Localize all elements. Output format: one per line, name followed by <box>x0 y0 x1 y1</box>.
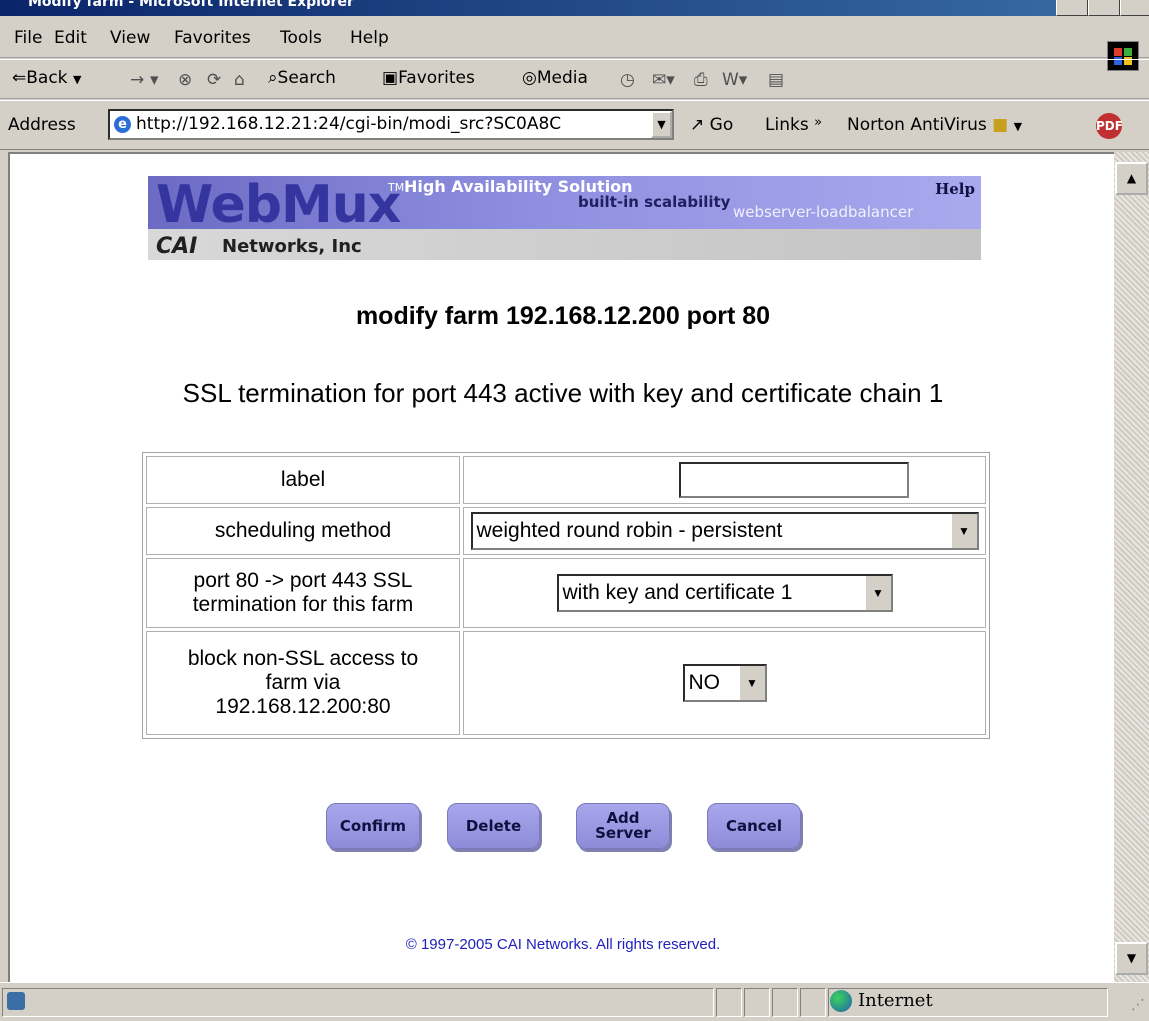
chevron-down-icon: ▼ <box>738 666 765 700</box>
go-arrow-icon: ↗ <box>690 115 705 135</box>
toolbar: ⇐Back ▼ → ▾ ⊗ ⟳ ⌂ ⌕Search ▣Favorites ◎Me… <box>0 59 1149 99</box>
table-row: scheduling method weighted round robin -… <box>146 507 986 555</box>
add-server-button[interactable]: Add Server <box>576 803 670 849</box>
forward-icon[interactable]: → <box>130 70 144 90</box>
banner-builtin: built-in scalability <box>578 193 731 211</box>
print-icon[interactable]: ⎙ <box>694 70 708 90</box>
chevron-down-icon: ▼ <box>864 576 891 610</box>
norton-antivirus-button[interactable]: Norton AntiVirus ■ ▼ <box>847 115 1022 135</box>
menu-tools[interactable]: Tools <box>280 28 322 48</box>
media-button[interactable]: ◎Media <box>522 68 588 88</box>
menu-view[interactable]: View <box>110 28 150 48</box>
table-row: port 80 -> port 443 SSL termination for … <box>146 558 986 628</box>
menu-bar: File Edit View Favorites Tools Help <box>0 18 1149 71</box>
address-dropdown-icon[interactable]: ▼ <box>651 111 672 138</box>
vertical-scrollbar[interactable]: ▲ ▼ <box>1114 152 1149 982</box>
window-title: Modify farm - Microsoft Internet Explore… <box>28 0 354 10</box>
address-label: Address <box>8 115 76 135</box>
page-status-icon <box>7 992 25 1010</box>
favorites-button[interactable]: ▣Favorites <box>382 68 475 88</box>
chevron-down-icon: ▼ <box>950 514 977 548</box>
maximize-button[interactable] <box>1088 0 1120 16</box>
farm-form-table: label scheduling method weighted round r… <box>142 452 990 739</box>
address-bar: Address e http://192.168.12.21:24/cgi-bi… <box>0 100 1149 150</box>
stop-icon[interactable]: ⊗ <box>178 70 192 90</box>
ssl-status: SSL termination for port 443 active with… <box>182 378 944 408</box>
table-row: label <box>146 456 986 504</box>
menu-file[interactable]: File <box>14 28 42 48</box>
search-icon: ⌕ <box>268 68 278 88</box>
label-field-label: label <box>146 456 460 504</box>
menu-favorites[interactable]: Favorites <box>174 28 251 48</box>
back-dropdown-icon[interactable]: ▼ <box>73 73 81 86</box>
mail-icon[interactable]: ✉▾ <box>652 70 675 90</box>
norton-dropdown-icon: ▼ <box>1013 120 1023 133</box>
company-name: Networks, Inc <box>222 236 362 257</box>
block-non-ssl-label: block non-SSL access to farm via 192.168… <box>146 631 460 735</box>
security-zone: Internet <box>830 990 933 1012</box>
refresh-icon[interactable]: ⟳ <box>207 70 221 90</box>
scroll-up-icon[interactable]: ▲ <box>1115 162 1148 195</box>
page-icon: e <box>114 116 131 133</box>
webmux-logo: WebMux <box>156 176 401 235</box>
history-icon[interactable]: ◷ <box>620 70 635 90</box>
menu-help[interactable]: Help <box>350 28 389 48</box>
page-title: modify farm 192.168.12.200 port 80 <box>355 302 771 330</box>
chevron-icon: » <box>814 115 823 130</box>
address-input[interactable]: e http://192.168.12.21:24/cgi-bin/modi_s… <box>108 109 674 140</box>
delete-button[interactable]: Delete <box>447 803 540 849</box>
copyright-text: © 1997-2005 CAI Networks. All rights res… <box>405 936 721 953</box>
page-content: WebMux TM High Availability Solution bui… <box>8 152 1114 982</box>
scroll-down-icon[interactable]: ▼ <box>1115 942 1148 975</box>
resize-grip-icon[interactable]: ⋰ <box>1131 997 1145 1013</box>
address-url: http://192.168.12.21:24/cgi-bin/modi_src… <box>136 114 562 134</box>
ssl-termination-label: port 80 -> port 443 SSL termination for … <box>146 558 460 628</box>
cancel-button[interactable]: Cancel <box>707 803 801 849</box>
ssl-termination-select[interactable]: with key and certificate 1 ▼ <box>556 574 893 612</box>
close-window-button[interactable] <box>1120 0 1149 16</box>
menu-edit[interactable]: Edit <box>54 28 87 48</box>
webmux-banner: WebMux TM High Availability Solution bui… <box>148 176 981 260</box>
table-row: block non-SSL access to farm via 192.168… <box>146 631 986 735</box>
minimize-button[interactable] <box>1056 0 1088 16</box>
cai-logo: CAI <box>156 234 198 259</box>
scheduling-method-label: scheduling method <box>146 507 460 555</box>
label-input[interactable] <box>679 462 909 498</box>
home-icon[interactable]: ⌂ <box>234 70 245 90</box>
scheduling-method-select[interactable]: weighted round robin - persistent ▼ <box>470 512 979 550</box>
favorites-icon: ▣ <box>382 68 399 88</box>
go-button[interactable]: ↗ Go <box>690 115 733 135</box>
back-arrow-icon: ⇐ <box>12 68 27 88</box>
adobe-pdf-icon[interactable]: PDF <box>1096 113 1123 139</box>
banner-subtitle: webserver-loadbalancer <box>733 203 914 221</box>
search-button[interactable]: ⌕Search <box>268 68 336 88</box>
confirm-button[interactable]: Confirm <box>326 803 420 849</box>
forward-dropdown-icon[interactable]: ▾ <box>150 70 159 90</box>
media-icon: ◎ <box>522 68 537 88</box>
help-link[interactable]: Help <box>935 180 975 198</box>
norton-icon: ■ <box>992 115 1009 135</box>
globe-icon <box>830 990 852 1012</box>
links-button[interactable]: Links » <box>765 115 822 135</box>
discuss-icon[interactable]: ▤ <box>768 70 784 90</box>
trademark-mark: TM <box>388 181 405 194</box>
status-bar: Internet ⋰ <box>0 982 1149 1021</box>
status-text-cell <box>2 988 714 1017</box>
back-button[interactable]: ⇐Back ▼ <box>12 68 81 88</box>
window-title-bar: Modify farm - Microsoft Internet Explore… <box>0 0 1149 16</box>
edit-word-icon[interactable]: W▾ <box>722 70 747 90</box>
block-non-ssl-select[interactable]: NO ▼ <box>682 664 767 702</box>
